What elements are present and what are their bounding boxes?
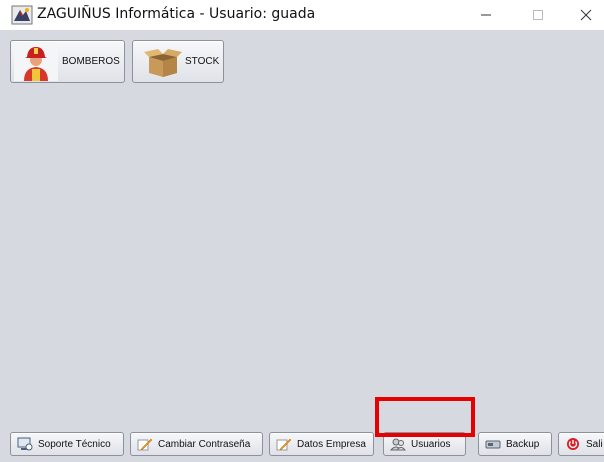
users-icon [390, 438, 406, 451]
window-title: ZAGUIÑUS Informática - Usuario: guada [37, 6, 316, 22]
cambiar-contrasena-button[interactable]: Cambiar Contraseña [130, 432, 263, 456]
stock-button[interactable]: STOCK [132, 40, 224, 83]
close-icon [580, 9, 592, 21]
backup-button[interactable]: Backup [478, 432, 552, 456]
close-button[interactable] [563, 0, 604, 30]
stock-label: STOCK [185, 56, 220, 67]
maximize-icon [533, 10, 543, 20]
cardboard-box-icon [143, 47, 183, 77]
backup-label: Backup [506, 438, 540, 450]
minimize-icon [481, 14, 491, 16]
bottom-toolbar: Soporte Técnico Cambiar Contraseña Datos… [0, 426, 604, 462]
bomberos-button[interactable]: BOMBEROS [10, 40, 125, 83]
soporte-tecnico-label: Soporte Técnico [38, 438, 111, 450]
usuarios-label: Usuarios [411, 438, 451, 450]
cambiar-contrasena-label: Cambiar Contraseña [158, 438, 251, 450]
power-icon [567, 438, 579, 450]
drive-icon [485, 440, 501, 449]
datos-empresa-button[interactable]: Datos Empresa [269, 432, 374, 456]
title-bar: ZAGUIÑUS Informática - Usuario: guada [0, 0, 604, 30]
pencil-icon [137, 438, 153, 451]
datos-empresa-label: Datos Empresa [297, 438, 366, 450]
minimize-button[interactable] [463, 0, 509, 30]
app-logo-icon [11, 5, 33, 25]
bomberos-label: BOMBEROS [62, 56, 120, 67]
main-desktop-area: BOMBEROS STOCK Soporte Técnico Cambiar C… [0, 30, 604, 462]
salir-label: Sali [586, 438, 603, 450]
usuarios-button[interactable]: Usuarios [383, 432, 466, 456]
maximize-button[interactable] [515, 0, 561, 30]
support-icon [17, 437, 33, 451]
soporte-tecnico-button[interactable]: Soporte Técnico [10, 432, 124, 456]
pencil-icon [276, 438, 292, 451]
salir-button[interactable]: Sali [558, 432, 604, 456]
firefighter-icon [14, 42, 58, 81]
